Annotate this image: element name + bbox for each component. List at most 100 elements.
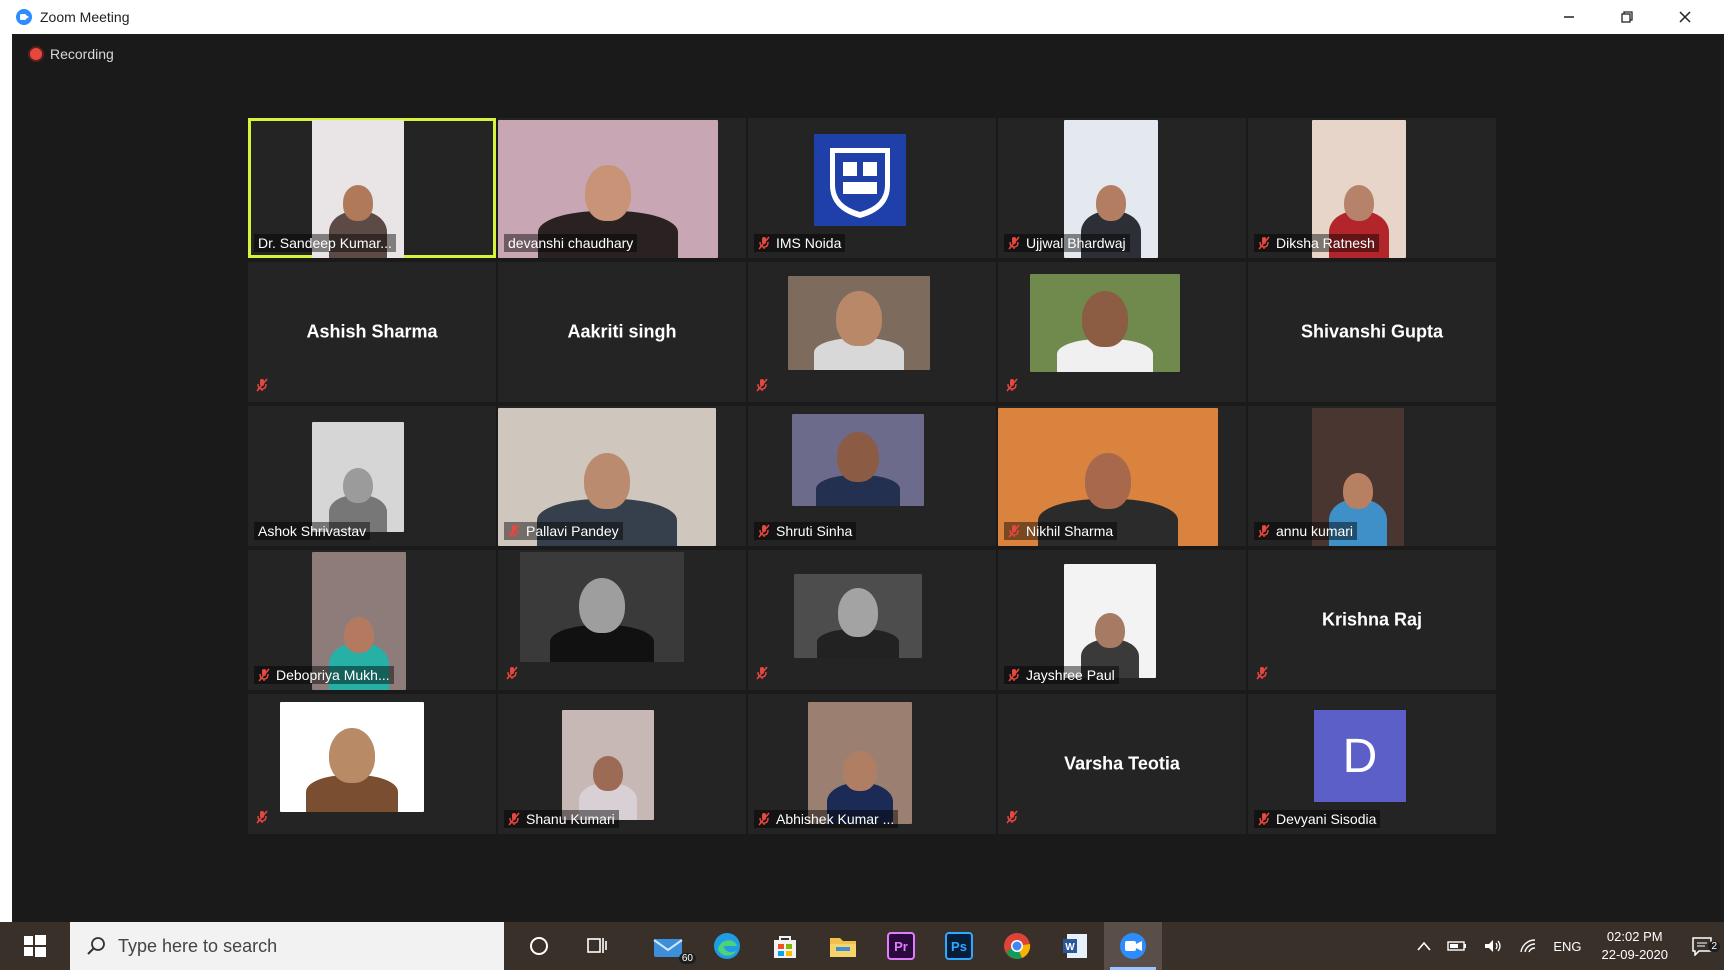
minimize-icon [1564,16,1574,18]
svg-text:W: W [1065,942,1075,953]
restore-button[interactable] [1598,0,1656,34]
participant-tile[interactable]: Debopriya Mukh... [248,550,496,690]
participant-tile[interactable] [248,694,496,834]
muted-microphone-icon [1008,524,1020,538]
participant-name: Dr. Sandeep Kumar... [258,235,392,251]
muted-microphone-icon [756,666,768,680]
chrome-button[interactable] [988,922,1046,970]
participant-video [792,414,924,506]
meeting-stage: Recording Dr. Sandeep Kumar... devanshi c… [12,34,1724,922]
muted-microphone-icon [758,812,770,826]
show-hidden-icons-button[interactable] [1409,941,1439,951]
participant-tile[interactable]: Shivanshi Gupta [1248,262,1496,402]
participant-tile[interactable] [998,262,1246,402]
zoom-taskbar-button[interactable] [1104,922,1162,970]
participant-tile[interactable] [498,550,746,690]
mail-app-button[interactable]: 60 [640,922,698,970]
participant-label: Debopriya Mukh... [254,666,394,684]
participant-name: Shruti Sinha [776,523,853,539]
network-button[interactable] [1511,938,1545,954]
windows-logo-icon [24,935,46,957]
participant-tile[interactable]: Nikhil Sharma [998,406,1246,546]
participant-tile[interactable]: Abhishek Kumar ... [748,694,996,834]
recording-label: Recording [50,46,114,62]
volume-button[interactable] [1475,938,1511,954]
participant-label: Diksha Ratnesh [1254,234,1379,252]
photoshop-button[interactable]: Ps [930,922,988,970]
participant-label: Nikhil Sharma [1004,522,1118,540]
participant-name: devanshi chaudhary [508,235,634,251]
clock[interactable]: 02:02 PM 22-09-2020 [1590,928,1681,964]
participant-video [808,702,912,824]
participant-tile[interactable]: Aakriti singh [498,262,746,402]
participant-tile[interactable]: Varsha Teotia [998,694,1246,834]
participant-tile[interactable]: Diksha Ratnesh [1248,118,1496,258]
participant-tile[interactable]: Krishna Raj [1248,550,1496,690]
participant-name: Varsha Teotia [1064,753,1180,774]
participant-tile[interactable]: Pallavi Pandey [498,406,746,546]
participant-label: annu kumari [1254,522,1358,540]
participant-tile[interactable]: Ashish Sharma [248,262,496,402]
edge-button[interactable] [698,922,756,970]
participant-name: Aakriti singh [567,321,677,342]
participant-label: Devyani Sisodia [1254,810,1381,828]
participant-tile[interactable]: devanshi chaudhary [498,118,746,258]
taskbar-search[interactable] [70,922,504,970]
cortana-button[interactable] [510,922,568,970]
participant-name: Pallavi Pandey [526,523,619,539]
search-input[interactable] [118,935,478,957]
participant-name: Ujjwal Bhardwaj [1026,235,1126,251]
participant-tile[interactable]: D Devyani Sisodia [1248,694,1496,834]
participant-tile[interactable]: Shanu Kumari [498,694,746,834]
battery-button[interactable] [1439,940,1475,952]
participant-label: Pallavi Pandey [504,522,623,540]
participant-video [280,702,424,812]
participant-tile[interactable]: annu kumari [1248,406,1496,546]
muted-microphone-icon [258,668,270,682]
ims-logo-video [814,134,906,226]
close-icon [1679,11,1691,23]
recording-indicator[interactable]: Recording [30,46,114,62]
participant-tile[interactable]: Shruti Sinha [748,406,996,546]
minimize-button[interactable] [1540,0,1598,34]
participant-video [562,710,654,820]
word-icon: W [1063,934,1087,958]
word-button[interactable]: W [1046,922,1104,970]
muted-microphone-icon [1256,666,1268,680]
muted-microphone-icon [256,810,268,824]
participant-tile[interactable]: IMS Noida [748,118,996,258]
participant-label: devanshi chaudhary [504,234,638,252]
participant-name: Ashok Shrivastav [258,523,367,539]
participant-tile[interactable] [748,262,996,402]
participant-tile[interactable] [748,550,996,690]
participant-tile[interactable]: Ujjwal Bhardwaj [998,118,1246,258]
task-view-button[interactable] [568,922,626,970]
language-indicator[interactable]: ENG [1545,939,1589,954]
store-button[interactable] [756,922,814,970]
participant-tile[interactable]: Ashok Shrivastav [248,406,496,546]
participant-name: Abhishek Kumar ... [776,811,895,827]
action-center-button[interactable]: 2 [1680,936,1724,956]
premiere-button[interactable]: Pr [872,922,930,970]
cortana-icon [530,937,548,955]
close-button[interactable] [1656,0,1714,34]
clock-time: 02:02 PM [1606,929,1663,944]
chevron-up-icon [1417,941,1431,951]
participant-tile[interactable]: Jayshree Paul [998,550,1246,690]
muted-microphone-icon [508,524,520,538]
window-titlebar: Zoom Meeting [12,0,1724,34]
participant-label: Abhishek Kumar ... [754,810,899,828]
start-button[interactable] [0,922,70,970]
premiere-icon: Pr [887,932,915,960]
photoshop-icon: Ps [945,932,973,960]
muted-microphone-icon [1258,812,1270,826]
window-controls [1540,0,1714,34]
participant-name: Jayshree Paul [1026,667,1115,683]
participant-tile[interactable]: Dr. Sandeep Kumar... [248,118,496,258]
avatar: D [1314,710,1406,802]
file-explorer-button[interactable] [814,922,872,970]
participant-video [788,276,930,370]
participant-name: Diksha Ratnesh [1276,235,1375,251]
recording-icon [30,48,42,60]
system-tray: ENG 02:02 PM 22-09-2020 2 [1409,922,1724,970]
